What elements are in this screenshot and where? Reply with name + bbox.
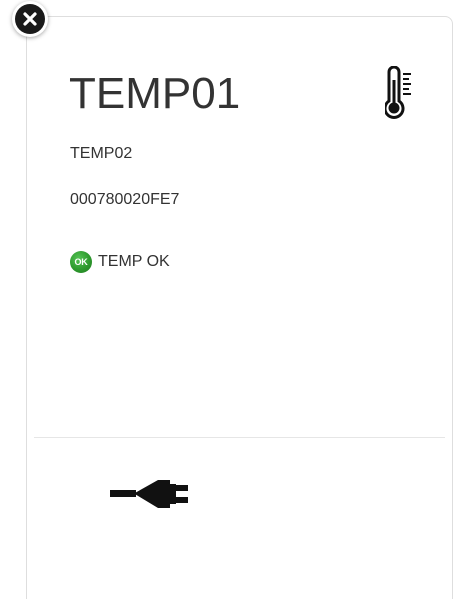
status-text: TEMP OK <box>98 253 170 270</box>
close-icon <box>23 12 37 26</box>
device-serial: 000780020FE7 <box>70 191 180 208</box>
status-row: OK TEMP OK <box>70 251 170 273</box>
thermometer-icon <box>385 66 411 119</box>
device-subtitle: TEMP02 <box>70 145 133 162</box>
device-panel: TEMP01 TEMP02 000780020FE7 OK TEMP OK <box>0 0 460 599</box>
power-plug-icon[interactable] <box>108 474 198 514</box>
device-title: TEMP01 <box>69 69 241 118</box>
card-divider <box>34 437 445 438</box>
status-ok-icon: OK <box>70 251 92 273</box>
close-button[interactable] <box>15 4 45 34</box>
